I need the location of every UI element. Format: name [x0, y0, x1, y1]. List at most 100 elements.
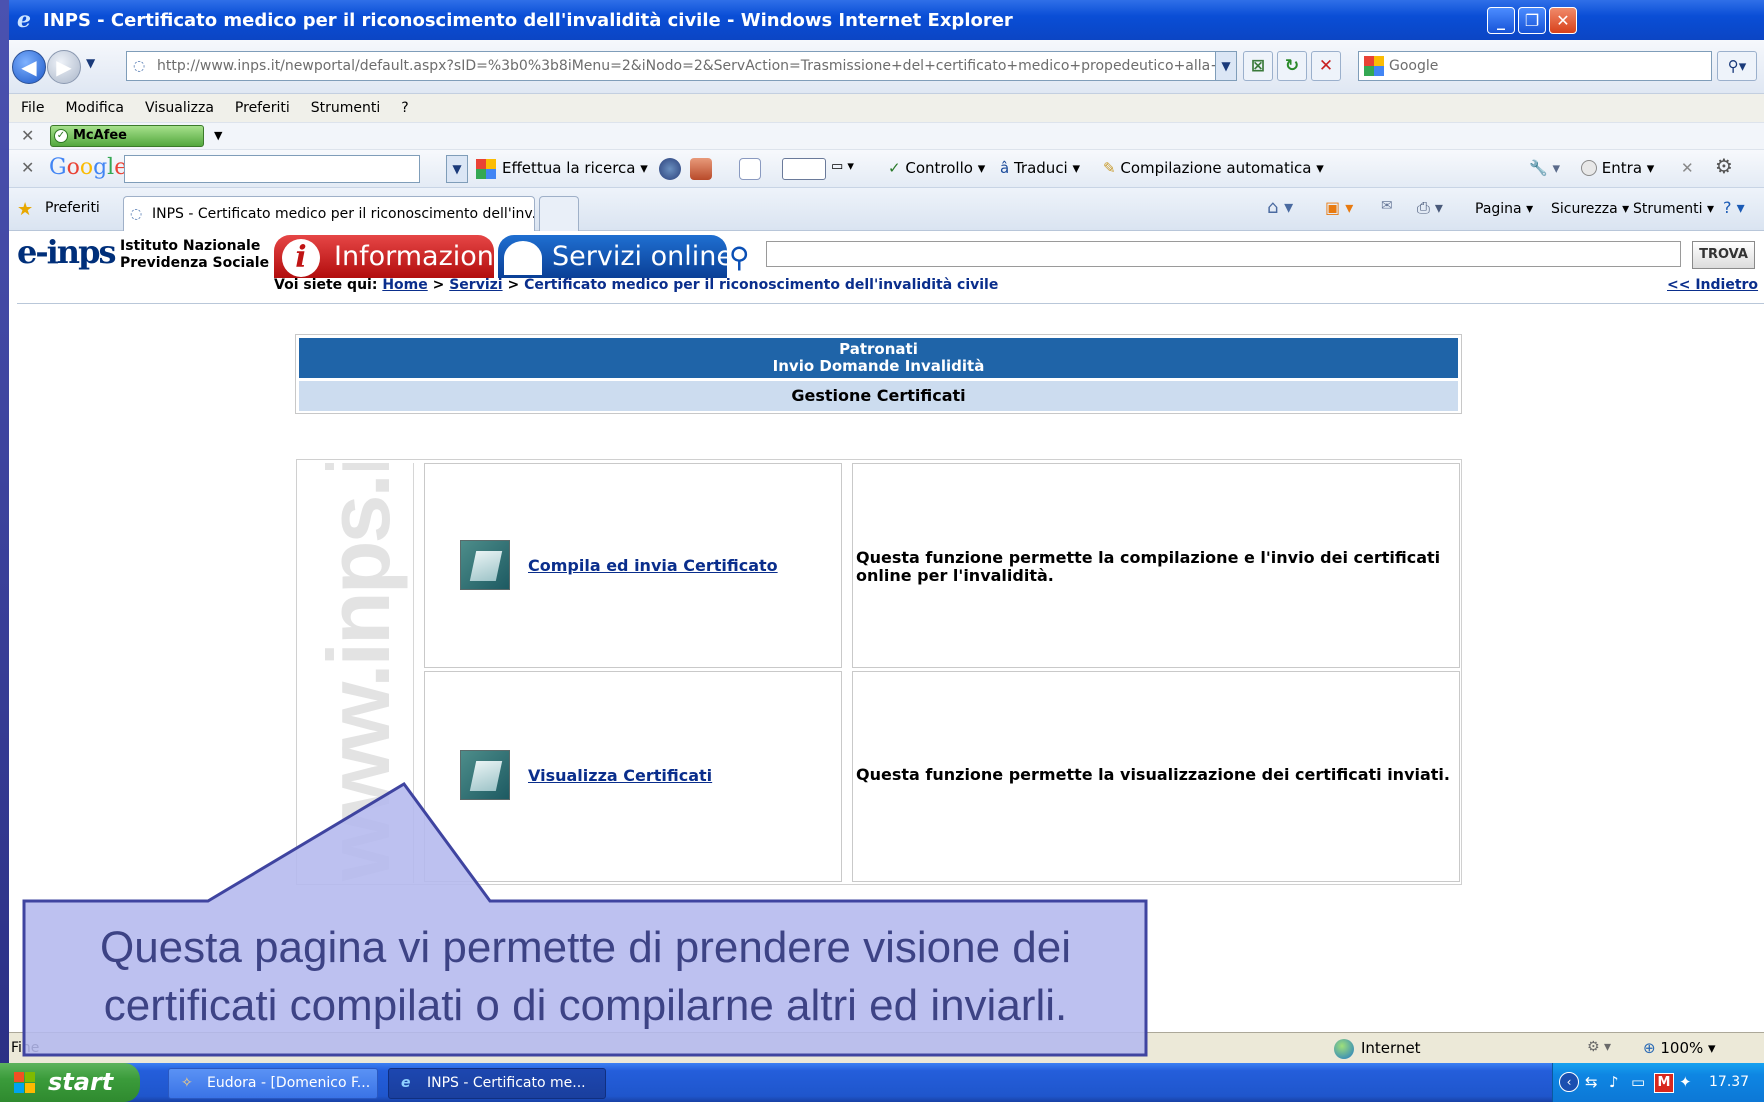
google-icon	[1364, 56, 1384, 76]
tray-expand-icon[interactable]: ‹	[1559, 1072, 1579, 1092]
breadcrumb-servizi[interactable]: Servizi	[449, 277, 502, 293]
einps-logo[interactable]: e-inps	[17, 233, 119, 279]
user-tools-icon[interactable]: ⚙	[1715, 154, 1733, 178]
back-button[interactable]: ◀	[12, 50, 46, 84]
address-input[interactable]: ◌ http://www.inps.it/newportal/default.a…	[126, 51, 1228, 81]
mail-icon[interactable]: ✉	[1381, 198, 1393, 214]
field-dropdown-icon[interactable]: ▭ ▾	[831, 159, 854, 174]
new-tab-button[interactable]	[539, 196, 579, 232]
autofill-button[interactable]: ✎ Compilazione automatica ▾	[1103, 159, 1324, 177]
tab-inps[interactable]: ◌ INPS - Certificato medico per il ricon…	[123, 196, 535, 232]
mcafee-dropdown-icon[interactable]: ▼	[214, 129, 222, 142]
stop-icon[interactable]: ✕	[1311, 51, 1341, 81]
menu-file[interactable]: File	[21, 100, 44, 116]
messenger-icon[interactable]: ✦	[1679, 1073, 1692, 1091]
google-search-icon	[476, 159, 496, 179]
tab-informazioni-label: Informazioni	[334, 241, 502, 272]
page-icon: ◌	[133, 58, 146, 74]
close-toolbar-icon[interactable]: ✕	[21, 158, 34, 177]
tab-servizi-online[interactable]: Servizi online	[498, 235, 733, 278]
page-icon: ◌	[130, 206, 143, 222]
compile-certificate-link[interactable]: Compila ed invia Certificato	[528, 556, 778, 575]
breadcrumb-separator: >	[432, 277, 445, 293]
mcafee-tray-icon[interactable]: M	[1654, 1073, 1674, 1093]
google-dropdown-icon[interactable]: ▼	[446, 155, 468, 183]
view-certificates-link[interactable]: Visualizza Certificati	[528, 766, 712, 785]
page-menu[interactable]: Pagina ▾	[1475, 201, 1533, 217]
google-search-input[interactable]	[124, 155, 420, 183]
feeds-icon[interactable]: ▣ ▾	[1325, 198, 1353, 217]
spellcheck-button[interactable]: ✓ Controllo ▾	[888, 159, 985, 177]
settings-wrench-icon[interactable]: 🔧 ▾	[1529, 159, 1560, 177]
taskbar: start ✧ Eudora - [Domenico F... e INPS -…	[0, 1063, 1764, 1102]
taskbar-item-ie[interactable]: e INPS - Certificato me...	[388, 1068, 606, 1099]
tab-informazioni[interactable]: i Informazioni	[274, 235, 501, 278]
browser-window: INPS - Certificato medico per il riconos…	[9, 0, 1764, 1063]
restore-button[interactable]: ❐	[1518, 7, 1546, 34]
menu-help[interactable]: ?	[401, 100, 408, 116]
close-button[interactable]: ✕	[1549, 7, 1577, 34]
zoom-control[interactable]: ⊕ 100% ▾	[1643, 1039, 1716, 1057]
start-button[interactable]: start	[0, 1063, 140, 1102]
translate-button[interactable]: â Traduci ▾	[1000, 159, 1080, 177]
favorites-button[interactable]: Preferiti	[45, 200, 100, 216]
google-search-button[interactable]: Effettua la ricerca ▾	[502, 159, 648, 177]
address-toolbar: ◀ ▶ ▼ ◌ http://www.inps.it/newportal/def…	[9, 40, 1764, 94]
forward-button[interactable]: ▶	[47, 50, 81, 84]
search-go-icon[interactable]: ⚲▾	[1717, 51, 1757, 81]
zoom-icon: ⊕	[1643, 1039, 1656, 1057]
info-icon: i	[282, 239, 320, 277]
description-cell-view: Questa funzione permette la visualizzazi…	[852, 671, 1460, 882]
protected-mode-icon[interactable]: ⚙ ▾	[1587, 1039, 1611, 1055]
security-zone[interactable]: Internet	[1331, 1037, 1551, 1061]
window-title: INPS - Certificato medico per il riconos…	[43, 9, 1013, 31]
description-cell-compile: Questa funzione permette la compilazione…	[852, 463, 1460, 668]
volume-icon[interactable]: ♪	[1609, 1073, 1619, 1091]
header-title-block: Patronati Invio Domande Invalidità	[299, 338, 1458, 378]
address-dropdown-icon[interactable]: ▼	[1215, 51, 1237, 81]
help-icon[interactable]: ? ▾	[1723, 198, 1745, 217]
refresh-icon[interactable]: ↻	[1277, 51, 1307, 81]
callout-text: Questa pagina vi permette di prendere vi…	[99, 923, 1072, 1030]
action-cell-compile: Compila ed invia Certificato	[424, 463, 842, 668]
close-toolbar-icon[interactable]: ✕	[1681, 159, 1694, 177]
search-input[interactable]: Google	[1358, 51, 1712, 81]
favorites-star-icon[interactable]: ★	[17, 199, 33, 220]
history-dropdown-icon[interactable]: ▼	[86, 56, 95, 70]
safety-menu-label: Sicurezza	[1551, 201, 1618, 217]
watermark-column: www.inps.it	[300, 463, 414, 883]
display-icon[interactable]: ▭	[1631, 1073, 1645, 1091]
taskbar-item-eudora[interactable]: ✧ Eudora - [Domenico F...	[168, 1068, 378, 1099]
mcafee-button[interactable]: ✓ McAfee SiteAdvisor	[50, 125, 204, 163]
network-icon[interactable]: ⇆	[1585, 1073, 1598, 1091]
tools-menu[interactable]: Strumenti ▾	[1633, 201, 1714, 217]
menu-strumenti[interactable]: Strumenti	[311, 100, 381, 116]
close-toolbar-icon[interactable]: ✕	[21, 126, 34, 145]
home-icon[interactable]: ⌂ ▾	[1267, 197, 1293, 218]
breadcrumb-home[interactable]: Home	[382, 277, 427, 293]
google-search-label: Effettua la ricerca	[502, 159, 636, 177]
minimize-button[interactable]: _	[1487, 7, 1515, 34]
breadcrumb-prefix: Voi siete qui:	[274, 277, 378, 293]
windows-flag-icon	[14, 1072, 36, 1094]
popup-blocker-icon[interactable]	[739, 158, 761, 180]
menu-visualizza[interactable]: Visualizza	[145, 100, 214, 116]
menu-modifica[interactable]: Modifica	[65, 100, 124, 116]
bookmarks-icon[interactable]	[690, 158, 712, 180]
tab-bar: ★ Preferiti ◌ INPS - Certificato medico …	[9, 187, 1764, 232]
autofill-label: Compilazione automatica	[1120, 159, 1312, 177]
clock: 17.37	[1709, 1074, 1750, 1090]
layout-icon[interactable]	[782, 158, 826, 180]
institute-name: Istituto Nazionale Previdenza Sociale	[120, 238, 269, 272]
trova-button[interactable]: TROVA	[1692, 241, 1755, 269]
breadcrumb: Voi siete qui: Home > Servizi > Certific…	[274, 277, 998, 293]
site-search-input[interactable]	[766, 241, 1681, 267]
print-icon[interactable]: ⎙ ▾	[1417, 198, 1443, 218]
menu-preferiti[interactable]: Preferiti	[235, 100, 290, 116]
signin-button[interactable]: Entra ▾	[1581, 159, 1654, 177]
globe-icon[interactable]	[659, 158, 681, 180]
back-link[interactable]: << Indietro	[1667, 277, 1758, 293]
compatibility-view-icon[interactable]: ⊠	[1243, 51, 1273, 81]
safety-menu[interactable]: Sicurezza ▾	[1551, 201, 1629, 217]
signin-label: Entra	[1601, 159, 1643, 177]
